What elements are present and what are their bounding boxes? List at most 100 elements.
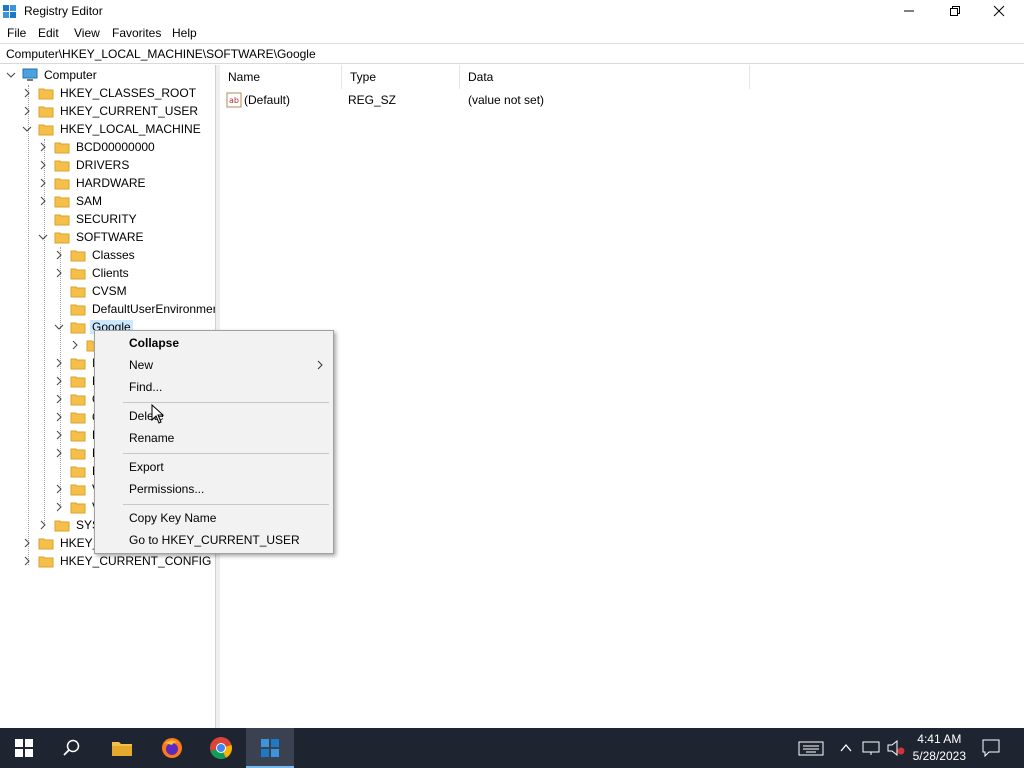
column-header-type[interactable]: Type [342,65,460,89]
tree-item-hkcc[interactable]: HKEY_CURRENT_CONFIG [22,552,213,570]
menu-item-rename[interactable]: Rename [95,427,333,449]
chevron-right-icon[interactable] [38,520,48,530]
tree-item[interactable]: BCD00000000 [38,138,157,156]
minimize-button[interactable] [886,0,932,22]
chevron-right-icon[interactable] [54,394,64,404]
column-header-data[interactable]: Data [460,65,750,89]
tree-label: Clients [92,266,129,280]
registry-editor-icon [3,5,16,18]
folder-icon [70,268,86,280]
chevron-right-icon[interactable] [54,412,64,422]
folder-icon [54,178,70,190]
chevron-right-icon[interactable] [54,358,64,368]
tree-item[interactable]: CVSM [54,282,129,300]
folder-icon [70,286,86,298]
tree-label: Classes [92,248,135,262]
volume-muted-icon[interactable] [886,740,906,756]
file-explorer-button[interactable] [98,728,146,768]
menu-item-find[interactable]: Find... [95,376,333,398]
registry-editor-taskbar-button[interactable] [246,728,294,768]
menu-item-collapse[interactable]: Collapse [95,332,333,354]
menu-item-delete[interactable]: Delete [95,405,333,427]
firefox-button[interactable] [148,728,196,768]
tree-label: HARDWARE [76,176,146,190]
close-button[interactable] [976,0,1022,22]
folder-icon [70,448,86,460]
chevron-right-icon[interactable] [38,196,48,206]
keyboard-icon[interactable] [798,740,824,756]
chevron-down-icon[interactable] [22,124,32,134]
address-bar[interactable]: Computer\HKEY_LOCAL_MACHINE\SOFTWARE\Goo… [0,43,1024,64]
tree-item-hklm[interactable]: HKEY_LOCAL_MACHINE [22,120,203,138]
chevron-right-icon[interactable] [38,178,48,188]
folder-icon [54,196,70,208]
menu-view[interactable]: View [74,26,100,40]
tree-label: BCD00000000 [76,140,155,154]
restore-icon [950,6,960,16]
chevron-down-icon[interactable] [6,70,16,80]
menu-item-copy-key-name[interactable]: Copy Key Name [95,507,333,529]
network-icon[interactable] [862,740,880,756]
chevron-right-icon[interactable] [54,268,64,278]
tree-item[interactable]: SAM [38,192,104,210]
chevron-right-icon[interactable] [70,340,80,350]
folder-icon [38,124,54,136]
value-type: REG_SZ [348,93,397,107]
menu-item-export[interactable]: Export [95,456,333,478]
tree-item-software[interactable]: SOFTWARE [38,228,146,246]
clock-date: 5/28/2023 [912,749,966,763]
menu-item-permissions[interactable]: Permissions... [95,478,333,500]
chevron-right-icon[interactable] [54,448,64,458]
search-button[interactable] [48,728,96,768]
address-path: Computer\HKEY_LOCAL_MACHINE\SOFTWARE\Goo… [6,47,316,61]
chevron-right-icon[interactable] [54,430,64,440]
chevron-right-icon [317,360,323,370]
chevron-right-icon[interactable] [22,556,32,566]
menu-item-new[interactable]: New [95,354,333,376]
tree-item[interactable]: Clients [54,264,131,282]
tree-label: DefaultUserEnvironmen [92,302,216,316]
taskbar: 4:41 AM 5/28/2023 [0,728,1024,768]
value-list[interactable]: Name Type Data ab (Default) REG_SZ (valu… [220,65,1024,728]
list-header: Name Type Data [220,65,1024,89]
start-button[interactable] [0,728,48,768]
chevron-right-icon[interactable] [38,160,48,170]
menu-help[interactable]: Help [172,26,197,40]
menu-item-goto-hkcu[interactable]: Go to HKEY_CURRENT_USER [95,529,333,551]
notification-icon[interactable] [982,739,1000,757]
tree-item-computer[interactable]: Computer [6,66,99,84]
tree-item[interactable]: DefaultUserEnvironmen [54,300,216,318]
folder-icon [38,556,54,568]
tree-item[interactable]: DRIVERS [38,156,131,174]
chevron-right-icon[interactable] [54,250,64,260]
chevron-down-icon[interactable] [54,322,64,332]
menu-file[interactable]: File [7,26,26,40]
list-item[interactable]: ab (Default) REG_SZ (value not set) [220,91,1024,109]
chevron-right-icon[interactable] [54,376,64,386]
tree-item[interactable]: I [54,354,97,372]
folder-open-icon [70,322,86,334]
column-header-name[interactable]: Name [220,65,342,89]
chevron-down-icon[interactable] [38,232,48,242]
chevron-right-icon[interactable] [38,142,48,152]
tree-item[interactable]: Classes [54,246,137,264]
restore-button[interactable] [932,0,978,22]
menu-edit[interactable]: Edit [38,26,59,40]
tree-item[interactable]: HARDWARE [38,174,148,192]
folder-icon [70,430,86,442]
menu-favorites[interactable]: Favorites [112,26,161,40]
chrome-button[interactable] [197,728,245,768]
tree-item-hkcr[interactable]: HKEY_CLASSES_ROOT [22,84,198,102]
folder-icon [70,412,86,424]
chevron-up-icon[interactable] [840,740,852,756]
chevron-right-icon[interactable] [54,484,64,494]
tree-item-hkcu[interactable]: HKEY_CURRENT_USER [22,102,200,120]
tree-label: Computer [44,68,97,82]
chevron-right-icon[interactable] [22,538,32,548]
registry-editor-icon [261,739,279,757]
chevron-right-icon[interactable] [54,502,64,512]
chevron-right-icon[interactable] [22,88,32,98]
clock[interactable]: 4:41 AM 5/28/2023 [913,731,966,765]
tree-item[interactable]: SECURITY [38,210,139,228]
chevron-right-icon[interactable] [22,106,32,116]
